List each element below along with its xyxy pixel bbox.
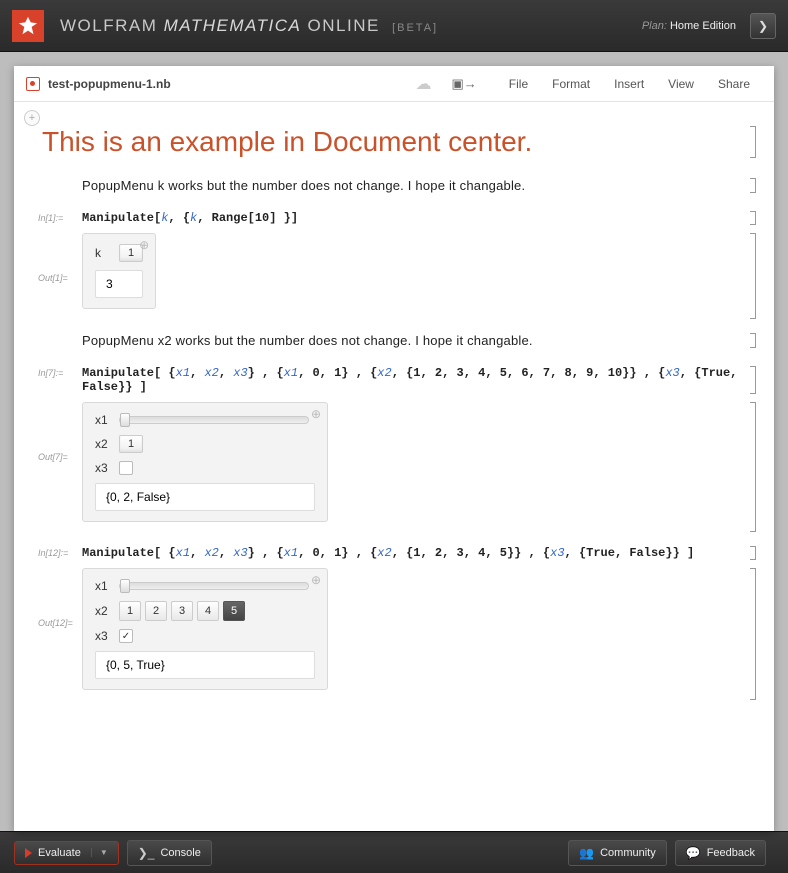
setter-3[interactable]: 3 — [171, 601, 193, 621]
input-cell-2: In[7]:= Manipulate[ {x1, x2, x3} , {x1, … — [42, 366, 746, 394]
expand-button[interactable]: ❯ — [750, 13, 776, 39]
evaluate-button[interactable]: Evaluate ▼ — [14, 841, 119, 865]
input-cell-3: In[12]:= Manipulate[ {x1, x2, x3} , {x1,… — [42, 546, 746, 560]
control-label-x3: x3 — [95, 629, 119, 643]
checkbox-x3[interactable] — [119, 461, 133, 475]
control-label-x2: x2 — [95, 437, 119, 451]
bottom-bar: Evaluate ▼ ❯_ Console 👥 Community 💬 Feed… — [0, 831, 788, 873]
cell-bracket[interactable] — [750, 402, 756, 532]
text-cell: PopupMenu k works but the number does no… — [42, 178, 746, 193]
plus-icon[interactable]: ⊕ — [311, 407, 321, 421]
output-cell-2: Out[7]= ⊕ x1 x2 1 x3 — [42, 402, 746, 532]
in-label: In[1]:= — [38, 213, 63, 223]
title-cell: This is an example in Document center. — [42, 126, 746, 158]
feedback-button[interactable]: 💬 Feedback — [675, 840, 766, 866]
console-button[interactable]: ❯_ Console — [127, 840, 212, 866]
menu-insert[interactable]: Insert — [614, 77, 644, 91]
top-bar: WOLFRAM MATHEMATICA ONLINE [BETA] Plan: … — [0, 0, 788, 52]
notebook-icon — [26, 77, 40, 91]
setter-2[interactable]: 2 — [145, 601, 167, 621]
chevron-right-icon: ❯ — [758, 19, 768, 33]
slider-thumb[interactable] — [120, 413, 130, 427]
manipulate-panel: ⊕ k 1 3 — [82, 233, 156, 309]
slider-thumb[interactable] — [120, 579, 130, 593]
output-cell-1: Out[1]= ⊕ k 1 3 — [42, 233, 746, 319]
brand-title: WOLFRAM MATHEMATICA ONLINE [BETA] — [60, 16, 642, 36]
input-cell-1: In[1]:= Manipulate[k, {k, Range[10] }] — [42, 211, 746, 225]
result-value: {0, 2, False} — [95, 483, 315, 511]
cell-bracket[interactable] — [750, 568, 756, 700]
plan-label: Plan: Home Edition — [642, 20, 736, 32]
cell-bracket[interactable] — [750, 366, 756, 394]
wolfram-logo-icon[interactable] — [12, 10, 44, 42]
community-button[interactable]: 👥 Community — [568, 840, 667, 866]
plus-icon[interactable]: ⊕ — [311, 573, 321, 587]
setter-4[interactable]: 4 — [197, 601, 219, 621]
output-cell-3: Out[12]= ⊕ x1 x2 1 2 3 — [42, 568, 746, 700]
checkbox-x3[interactable]: ✓ — [119, 629, 133, 643]
control-label-x1: x1 — [95, 413, 119, 427]
slider-x1[interactable] — [119, 416, 309, 424]
control-label-k: k — [95, 246, 119, 260]
filename: test-popupmenu-1.nb — [48, 77, 416, 91]
out-label: Out[7]= — [38, 452, 68, 462]
result-value: {0, 5, True} — [95, 651, 315, 679]
result-value: 3 — [95, 270, 143, 298]
cell-bracket[interactable] — [750, 233, 756, 319]
menu-view[interactable]: View — [668, 77, 694, 91]
workspace: test-popupmenu-1.nb ☁ ▣→ File Format Ins… — [0, 52, 788, 831]
control-label-x3: x3 — [95, 461, 119, 475]
setter-1[interactable]: 1 — [119, 601, 141, 621]
terminal-icon: ❯_ — [138, 846, 155, 860]
cell-bracket[interactable] — [750, 211, 756, 225]
cell-bracket[interactable] — [750, 546, 756, 560]
menu-file[interactable]: File — [509, 77, 528, 91]
setter-bar-x2: 1 2 3 4 5 — [119, 601, 245, 621]
menu-format[interactable]: Format — [552, 77, 590, 91]
cell-bracket[interactable] — [750, 178, 756, 193]
code-input[interactable]: Manipulate[ {x1, x2, x3} , {x1, 0, 1} , … — [82, 366, 746, 394]
deploy-icon[interactable]: ▣→ — [452, 76, 477, 92]
code-input[interactable]: Manipulate[ {x1, x2, x3} , {x1, 0, 1} , … — [82, 546, 746, 560]
out-label: Out[1]= — [38, 273, 68, 283]
cloud-icon[interactable]: ☁ — [416, 74, 432, 94]
manipulate-panel-2: ⊕ x1 x2 1 x3 {0, 2, Fals — [82, 402, 328, 522]
play-icon — [25, 848, 32, 858]
chat-icon: 💬 — [686, 846, 701, 860]
document-window: test-popupmenu-1.nb ☁ ▣→ File Format Ins… — [14, 66, 774, 831]
menu-share[interactable]: Share — [718, 77, 750, 91]
in-label: In[12]:= — [38, 548, 68, 558]
people-icon: 👥 — [579, 846, 594, 860]
notebook-body: This is an example in Document center. P… — [14, 102, 774, 831]
text-cell-2: PopupMenu x2 works but the number does n… — [42, 333, 746, 348]
document-toolbar: test-popupmenu-1.nb ☁ ▣→ File Format Ins… — [14, 66, 774, 102]
cell-bracket[interactable] — [750, 333, 756, 348]
control-label-x2: x2 — [95, 604, 119, 618]
out-label: Out[12]= — [38, 618, 73, 628]
plus-icon[interactable]: ⊕ — [139, 238, 149, 252]
in-label: In[7]:= — [38, 368, 63, 378]
code-input[interactable]: Manipulate[k, {k, Range[10] }] — [82, 211, 746, 225]
page-title: This is an example in Document center. — [42, 126, 746, 158]
popup-x2[interactable]: 1 — [119, 435, 143, 453]
slider-x1[interactable] — [119, 582, 309, 590]
cell-bracket[interactable] — [750, 126, 756, 158]
chevron-down-icon[interactable]: ▼ — [91, 848, 108, 857]
control-label-x1: x1 — [95, 579, 119, 593]
setter-5[interactable]: 5 — [223, 601, 245, 621]
manipulate-panel-3: ⊕ x1 x2 1 2 3 4 5 — [82, 568, 328, 690]
